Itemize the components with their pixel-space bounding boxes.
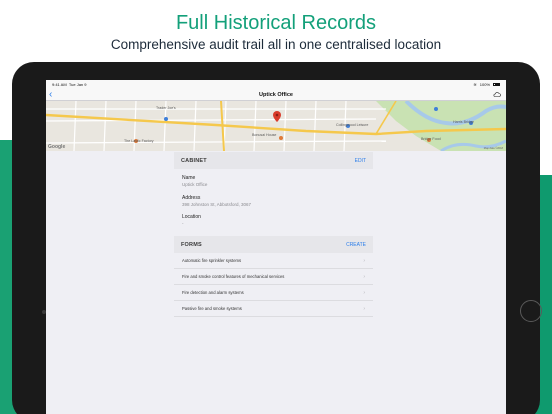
edit-button[interactable]: EDIT: [355, 158, 366, 164]
address-label: Address: [182, 195, 201, 201]
page-title: Uptick Office: [259, 92, 293, 98]
marketing-headline: Full Historical Records: [175, 12, 377, 34]
navigation-bar: ‹ Uptick Office: [46, 89, 506, 101]
chevron-right-icon: ›: [363, 257, 365, 264]
home-button[interactable]: [520, 300, 542, 322]
map-label-bonusai: Bonusai House: [252, 133, 277, 137]
address-value: 398 Johnston St, Abbotsford, 3067: [182, 202, 252, 207]
location-label: Location: [182, 214, 201, 220]
map-label-harris-bridge: Harris Bridge: [453, 120, 474, 124]
battery-icon: [493, 82, 500, 87]
status-right: ≋ 100%: [473, 82, 500, 87]
battery-percent: 100%: [479, 82, 490, 87]
cloud-icon[interactable]: [493, 92, 501, 97]
map-view[interactable]: The Lastic Factory Bonusai House Colling…: [46, 101, 506, 151]
list-item[interactable]: Automatic fire sprinkler systems ›: [174, 253, 373, 269]
location-field: Location -: [182, 214, 372, 227]
map-graphic: [46, 101, 506, 151]
form-item-label: Passive fire and smoke systems: [182, 306, 242, 311]
map-label-trader: Trader Joe's: [156, 106, 176, 110]
name-field: Name Uptick Office: [182, 175, 372, 188]
chevron-right-icon: ›: [363, 289, 365, 296]
status-date: Tue Jan 9: [68, 82, 87, 87]
chevron-right-icon: ›: [363, 273, 365, 280]
app-store-screenshot: Full Historical Records Comprehensive au…: [0, 0, 552, 414]
list-item[interactable]: Passive fire and smoke systems ›: [174, 301, 373, 317]
location-value: -: [182, 221, 184, 226]
wifi-icon: ≋: [473, 82, 477, 87]
form-item-label: Automatic fire sprinkler systems: [182, 258, 242, 263]
marketing-subline: Comprehensive audit trail all in one cen…: [110, 37, 442, 52]
list-item[interactable]: Fire detection and alarm systems ›: [174, 285, 373, 301]
address-field: Address 398 Johnston St, Abbotsford, 306…: [182, 195, 372, 208]
form-item-label: Fire and smoke control features of mecha…: [182, 274, 285, 279]
google-logo: Google: [48, 144, 66, 150]
cabinet-title: CABINET: [181, 157, 207, 164]
location-pin-icon: [273, 111, 281, 122]
name-value: Uptick Office: [182, 182, 208, 187]
form-item-label: Fire detection and alarm systems: [182, 290, 244, 295]
list-item[interactable]: Fire and smoke control features of mecha…: [174, 269, 373, 285]
map-label-lastic: The Lastic Factory: [124, 139, 154, 143]
cabinet-section-header: CABINET EDIT: [174, 152, 373, 169]
status-time-date: 9:41 AM Tue Jan 9: [52, 82, 86, 87]
map-label-collingwood: Collingwood Leisure: [336, 123, 369, 127]
map-copyright[interactable]: Map data ©2018: [484, 147, 503, 150]
status-bar: 9:41 AM Tue Jan 9 ≋ 100%: [46, 80, 506, 89]
map-label-bridge-food: Bridge Food: [421, 137, 441, 141]
forms-title: FORMS: [181, 241, 202, 248]
create-button[interactable]: CREATE: [346, 242, 366, 248]
chevron-right-icon: ›: [363, 305, 365, 312]
name-label: Name: [182, 175, 196, 181]
app-screen: 9:41 AM Tue Jan 9 ≋ 100% ‹ Uptick Office: [46, 80, 506, 414]
forms-section-header: FORMS CREATE: [174, 236, 373, 253]
status-time: 9:41 AM: [52, 82, 67, 87]
